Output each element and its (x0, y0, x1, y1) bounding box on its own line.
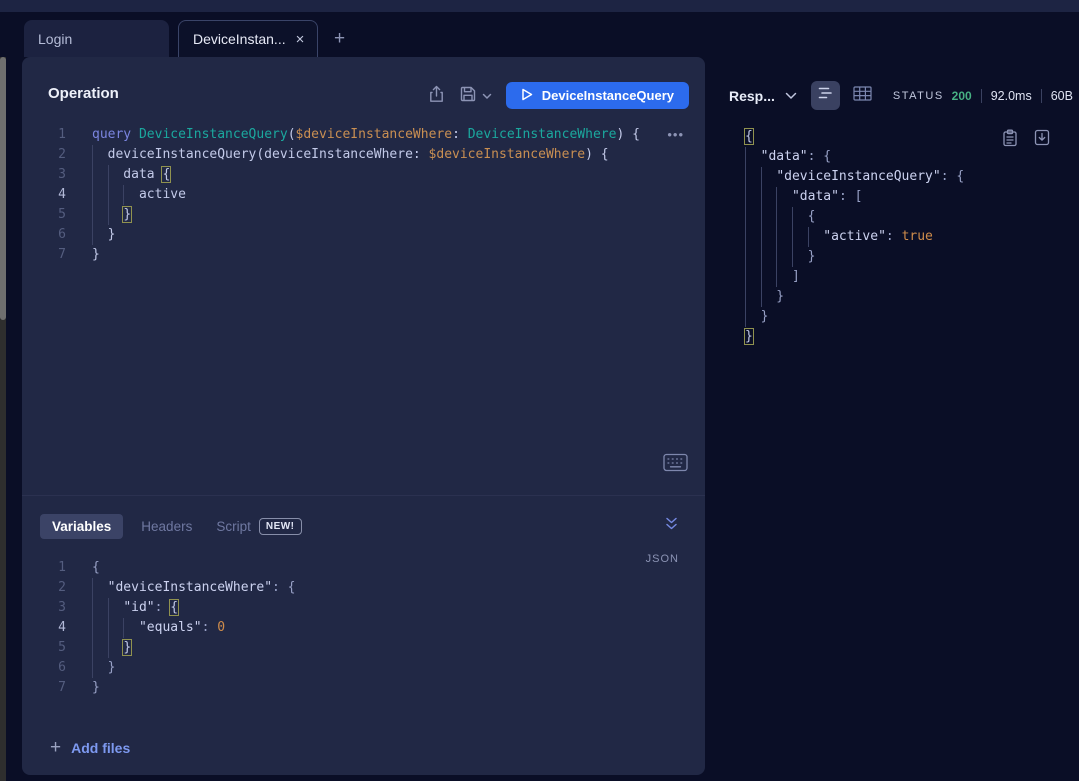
response-selector[interactable]: Resp... (729, 88, 797, 104)
pretty-view-button[interactable] (811, 81, 840, 110)
add-files-label: Add files (71, 740, 130, 756)
tab-device-instance-query[interactable]: DeviceInstan... × (178, 20, 318, 57)
line-number: 5 (22, 205, 66, 225)
status-label: STATUS (893, 90, 944, 102)
share-icon (428, 85, 445, 106)
left-scrollbar-track[interactable] (0, 57, 6, 781)
tab-variables-label: Variables (52, 519, 111, 534)
line-number: 1 (22, 558, 66, 578)
status-code: 200 (952, 89, 972, 103)
code-line: 3 data { (22, 165, 705, 185)
run-query-label: DeviceInstanceQuery (542, 88, 674, 103)
new-badge: NEW! (259, 518, 302, 535)
tab-variables[interactable]: Variables (40, 514, 123, 539)
indent-guide (792, 207, 793, 267)
indent-guide (92, 578, 93, 678)
indent-guide (745, 147, 746, 327)
response-time: 92.0ms (991, 89, 1032, 103)
plus-icon: + (50, 737, 61, 759)
indent-guide (108, 598, 109, 658)
chevron-down-icon (482, 88, 492, 103)
meta-divider (1041, 89, 1042, 103)
share-button[interactable] (428, 85, 445, 106)
code-line: 5 } (22, 205, 705, 225)
table-view-icon (853, 86, 872, 106)
save-options-button[interactable] (482, 88, 492, 103)
code-line: "data": { (705, 147, 1079, 167)
pretty-view-icon (817, 86, 833, 105)
tab-headers-label: Headers (141, 519, 192, 534)
add-files-button[interactable]: + Add files (50, 737, 130, 759)
response-meta: STATUS 200 92.0ms 60B (893, 89, 1073, 103)
line-number: 3 (22, 165, 66, 185)
indent-guide (776, 187, 777, 287)
line-number: 5 (22, 638, 66, 658)
tab-headers[interactable]: Headers (141, 519, 192, 534)
line-number: 4 (22, 618, 66, 638)
code-line: 6 } (22, 225, 705, 245)
code-line: } (705, 327, 1079, 347)
code-line: 6 } (22, 658, 705, 678)
operation-actions: DeviceInstanceQuery (428, 82, 689, 109)
line-number: 3 (22, 598, 66, 618)
indent-guide (108, 165, 109, 225)
code-line: 7} (22, 245, 705, 265)
request-subtabs: Variables Headers Script NEW! (40, 512, 326, 540)
query-editor[interactable]: 1query DeviceInstanceQuery($deviceInstan… (22, 125, 705, 265)
indent-guide (761, 167, 762, 307)
run-query-button[interactable]: DeviceInstanceQuery (506, 82, 689, 109)
variables-editor[interactable]: 1{2 "deviceInstanceWhere": {3 "id": {4 "… (22, 558, 705, 698)
indent-guide (123, 618, 124, 638)
code-line: { (705, 127, 1079, 147)
code-line: 2 "deviceInstanceWhere": { (22, 578, 705, 598)
line-number: 7 (22, 245, 66, 265)
play-icon (521, 88, 533, 104)
tab-login[interactable]: Login (24, 20, 169, 57)
indent-guide (123, 185, 124, 205)
operation-title: Operation (48, 85, 119, 102)
chevron-down-icon (785, 92, 797, 100)
tab-login-label: Login (38, 31, 72, 47)
code-line: } (705, 307, 1079, 327)
response-size: 60B (1051, 89, 1073, 103)
code-line: 4 active (22, 185, 705, 205)
save-button[interactable] (459, 85, 477, 106)
indent-guide (92, 145, 93, 245)
close-tab-icon[interactable]: × (296, 32, 305, 47)
tab-script-label: Script (216, 519, 251, 534)
response-panel: Resp... STATUS 200 92.0ms (705, 0, 1079, 781)
code-line: 2 deviceInstanceQuery(deviceInstanceWher… (22, 145, 705, 165)
save-icon (459, 85, 477, 106)
line-number: 2 (22, 145, 66, 165)
code-line: 4 "equals": 0 (22, 618, 705, 638)
tab-device-instance-label: DeviceInstan... (193, 31, 286, 47)
indent-guide (808, 227, 809, 247)
keyboard-shortcuts-icon[interactable] (663, 453, 688, 477)
code-line: 1query DeviceInstanceQuery($deviceInstan… (22, 125, 705, 145)
section-divider (22, 495, 705, 496)
code-line: 1{ (22, 558, 705, 578)
code-line: 5 } (22, 638, 705, 658)
response-selector-label: Resp... (729, 88, 775, 104)
code-line: 7} (22, 678, 705, 698)
meta-divider (981, 89, 982, 103)
tab-script[interactable]: Script NEW! (216, 518, 301, 535)
response-viewer[interactable]: { "data": { "deviceInstanceQuery": { "da… (705, 127, 1079, 347)
code-line: 3 "id": { (22, 598, 705, 618)
add-tab-button[interactable]: + (334, 28, 345, 50)
line-number: 7 (22, 678, 66, 698)
line-number: 4 (22, 185, 66, 205)
line-number: 2 (22, 578, 66, 598)
line-number: 6 (22, 225, 66, 245)
line-number: 6 (22, 658, 66, 678)
table-view-button[interactable] (848, 81, 877, 110)
line-number: 1 (22, 125, 66, 145)
request-panel: Operation (22, 57, 705, 775)
left-scrollbar-thumb[interactable] (0, 57, 6, 320)
collapse-section-button[interactable] (664, 516, 679, 536)
save-button-group (459, 85, 492, 106)
response-header: Resp... STATUS 200 92.0ms (729, 81, 1073, 110)
